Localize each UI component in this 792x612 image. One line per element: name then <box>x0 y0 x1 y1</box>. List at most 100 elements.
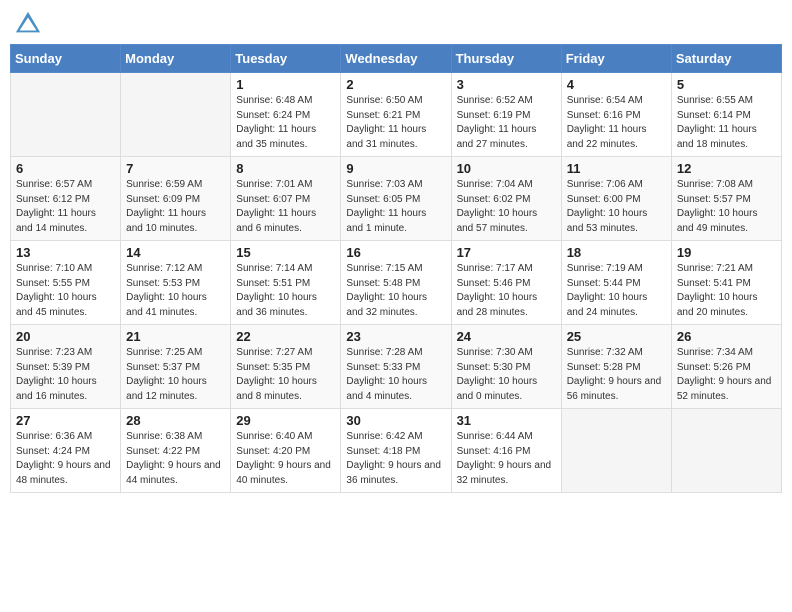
day-number: 21 <box>126 329 225 344</box>
calendar-cell: 25 Sunrise: 7:32 AMSunset: 5:28 PMDayligh… <box>561 325 671 409</box>
calendar-cell: 14 Sunrise: 7:12 AMSunset: 5:53 PMDayligh… <box>121 241 231 325</box>
day-number: 7 <box>126 161 225 176</box>
calendar-cell: 18Sunrise: 7:19 AMSunset: 5:44 PMDayligh… <box>561 241 671 325</box>
calendar-cell: 13 Sunrise: 7:10 AMSunset: 5:55 PMDayligh… <box>11 241 121 325</box>
day-info: Sunrise: 7:10 AMSunset: 5:55 PMDaylight:… <box>16 262 115 320</box>
calendar-cell: 12 Sunrise: 7:08 AMSunset: 5:57 PMDayligh… <box>671 157 781 241</box>
day-info: Sunrise: 6:44 AMSunset: 4:16 PMDaylight:… <box>457 430 556 488</box>
day-info: Sunrise: 6:59 AMSunset: 6:09 PMDaylight:… <box>126 178 225 236</box>
logo-icon <box>14 10 42 38</box>
day-info: Sunrise: 6:42 AMSunset: 4:18 PMDaylight:… <box>346 430 445 488</box>
day-number: 20 <box>16 329 115 344</box>
calendar-cell: 24 Sunrise: 7:30 AMSunset: 5:30 PMDayligh… <box>451 325 561 409</box>
calendar-cell: 15 Sunrise: 7:14 AMSunset: 5:51 PMDayligh… <box>231 241 341 325</box>
day-info: Sunrise: 7:27 AMSunset: 5:35 PMDaylight:… <box>236 346 335 404</box>
calendar-cell: 30Sunrise: 6:42 AMSunset: 4:18 PMDayligh… <box>341 409 451 493</box>
calendar-cell: 2Sunrise: 6:50 AMSunset: 6:21 PMDaylight… <box>341 73 451 157</box>
calendar-cell: 17 Sunrise: 7:17 AMSunset: 5:46 PMDayligh… <box>451 241 561 325</box>
day-info: Sunrise: 7:32 AMSunset: 5:28 PMDaylight:… <box>567 346 666 404</box>
day-info: Sunrise: 6:38 AMSunset: 4:22 PMDaylight:… <box>126 430 225 488</box>
calendar-header-row: SundayMondayTuesdayWednesdayThursdayFrid… <box>11 45 782 73</box>
day-info: Sunrise: 6:55 AMSunset: 6:14 PMDaylight:… <box>677 94 776 152</box>
day-info: Sunrise: 7:14 AMSunset: 5:51 PMDaylight:… <box>236 262 335 320</box>
day-number: 25 <box>567 329 666 344</box>
day-number: 31 <box>457 413 556 428</box>
calendar-cell: 6 Sunrise: 6:57 AMSunset: 6:12 PMDaylight… <box>11 157 121 241</box>
logo <box>14 10 46 38</box>
day-number: 10 <box>457 161 556 176</box>
calendar-table: SundayMondayTuesdayWednesdayThursdayFrid… <box>10 44 782 493</box>
day-number: 27 <box>16 413 115 428</box>
day-info: Sunrise: 6:40 AMSunset: 4:20 PMDaylight:… <box>236 430 335 488</box>
day-info: Sunrise: 7:34 AMSunset: 5:26 PMDaylight:… <box>677 346 776 404</box>
day-number: 14 <box>126 245 225 260</box>
day-number: 19 <box>677 245 776 260</box>
day-header-monday: Monday <box>121 45 231 73</box>
calendar-cell: 7 Sunrise: 6:59 AMSunset: 6:09 PMDaylight… <box>121 157 231 241</box>
calendar-cell: 19 Sunrise: 7:21 AMSunset: 5:41 PMDayligh… <box>671 241 781 325</box>
calendar-cell: 26 Sunrise: 7:34 AMSunset: 5:26 PMDayligh… <box>671 325 781 409</box>
calendar-cell: 11Sunrise: 7:06 AMSunset: 6:00 PMDayligh… <box>561 157 671 241</box>
day-number: 1 <box>236 77 335 92</box>
day-info: Sunrise: 6:57 AMSunset: 6:12 PMDaylight:… <box>16 178 115 236</box>
day-number: 23 <box>346 329 445 344</box>
calendar-cell: 3 Sunrise: 6:52 AMSunset: 6:19 PMDaylight… <box>451 73 561 157</box>
calendar-cell: 16 Sunrise: 7:15 AMSunset: 5:48 PMDayligh… <box>341 241 451 325</box>
calendar-week-4: 20 Sunrise: 7:23 AMSunset: 5:39 PMDayligh… <box>11 325 782 409</box>
calendar-cell: 1 Sunrise: 6:48 AMSunset: 6:24 PMDaylight… <box>231 73 341 157</box>
day-number: 12 <box>677 161 776 176</box>
calendar-cell: 28 Sunrise: 6:38 AMSunset: 4:22 PMDayligh… <box>121 409 231 493</box>
day-info: Sunrise: 7:21 AMSunset: 5:41 PMDaylight:… <box>677 262 776 320</box>
calendar-week-5: 27 Sunrise: 6:36 AMSunset: 4:24 PMDayligh… <box>11 409 782 493</box>
day-number: 13 <box>16 245 115 260</box>
calendar-cell: 10 Sunrise: 7:04 AMSunset: 6:02 PMDayligh… <box>451 157 561 241</box>
day-info: Sunrise: 6:48 AMSunset: 6:24 PMDaylight:… <box>236 94 335 152</box>
day-number: 5 <box>677 77 776 92</box>
calendar-cell <box>561 409 671 493</box>
day-info: Sunrise: 7:03 AMSunset: 6:05 PMDaylight:… <box>346 178 445 236</box>
day-number: 11 <box>567 161 666 176</box>
day-number: 18 <box>567 245 666 260</box>
day-header-thursday: Thursday <box>451 45 561 73</box>
day-info: Sunrise: 7:04 AMSunset: 6:02 PMDaylight:… <box>457 178 556 236</box>
day-info: Sunrise: 6:50 AMSunset: 6:21 PMDaylight:… <box>346 94 445 152</box>
day-number: 22 <box>236 329 335 344</box>
day-info: Sunrise: 6:36 AMSunset: 4:24 PMDaylight:… <box>16 430 115 488</box>
day-info: Sunrise: 7:30 AMSunset: 5:30 PMDaylight:… <box>457 346 556 404</box>
day-info: Sunrise: 7:23 AMSunset: 5:39 PMDaylight:… <box>16 346 115 404</box>
day-info: Sunrise: 7:15 AMSunset: 5:48 PMDaylight:… <box>346 262 445 320</box>
day-number: 29 <box>236 413 335 428</box>
calendar-cell: 9 Sunrise: 7:03 AMSunset: 6:05 PMDaylight… <box>341 157 451 241</box>
day-number: 26 <box>677 329 776 344</box>
day-info: Sunrise: 7:17 AMSunset: 5:46 PMDaylight:… <box>457 262 556 320</box>
day-header-sunday: Sunday <box>11 45 121 73</box>
calendar-cell: 4 Sunrise: 6:54 AMSunset: 6:16 PMDaylight… <box>561 73 671 157</box>
day-number: 9 <box>346 161 445 176</box>
day-number: 6 <box>16 161 115 176</box>
day-number: 28 <box>126 413 225 428</box>
day-header-tuesday: Tuesday <box>231 45 341 73</box>
calendar-cell: 29 Sunrise: 6:40 AMSunset: 4:20 PMDayligh… <box>231 409 341 493</box>
calendar-cell <box>11 73 121 157</box>
day-number: 17 <box>457 245 556 260</box>
day-info: Sunrise: 7:01 AMSunset: 6:07 PMDaylight:… <box>236 178 335 236</box>
day-info: Sunrise: 7:12 AMSunset: 5:53 PMDaylight:… <box>126 262 225 320</box>
day-header-friday: Friday <box>561 45 671 73</box>
day-number: 8 <box>236 161 335 176</box>
day-number: 3 <box>457 77 556 92</box>
day-number: 4 <box>567 77 666 92</box>
day-info: Sunrise: 7:25 AMSunset: 5:37 PMDaylight:… <box>126 346 225 404</box>
day-info: Sunrise: 6:54 AMSunset: 6:16 PMDaylight:… <box>567 94 666 152</box>
day-info: Sunrise: 7:08 AMSunset: 5:57 PMDaylight:… <box>677 178 776 236</box>
day-info: Sunrise: 7:28 AMSunset: 5:33 PMDaylight:… <box>346 346 445 404</box>
calendar-cell: 31 Sunrise: 6:44 AMSunset: 4:16 PMDayligh… <box>451 409 561 493</box>
calendar-cell <box>121 73 231 157</box>
calendar-cell: 20 Sunrise: 7:23 AMSunset: 5:39 PMDayligh… <box>11 325 121 409</box>
day-number: 24 <box>457 329 556 344</box>
day-info: Sunrise: 6:52 AMSunset: 6:19 PMDaylight:… <box>457 94 556 152</box>
calendar-cell: 27 Sunrise: 6:36 AMSunset: 4:24 PMDayligh… <box>11 409 121 493</box>
day-number: 16 <box>346 245 445 260</box>
calendar-cell: 21 Sunrise: 7:25 AMSunset: 5:37 PMDayligh… <box>121 325 231 409</box>
day-header-wednesday: Wednesday <box>341 45 451 73</box>
day-number: 15 <box>236 245 335 260</box>
